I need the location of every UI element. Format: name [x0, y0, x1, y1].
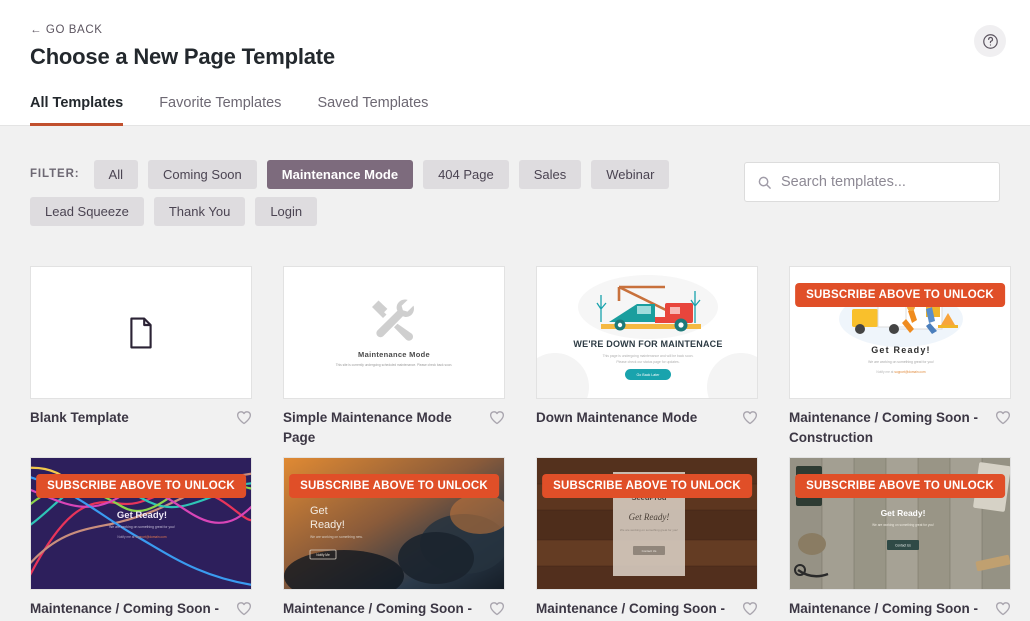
template-thumbnail-down-maintenance[interactable]: WE'RE DOWN FOR MAINTENACE This page is u… — [536, 266, 758, 399]
filter-chip-webinar[interactable]: Webinar — [591, 160, 670, 189]
subscribe-unlock-badge[interactable]: SUBSCRIBE ABOVE TO UNLOCK — [542, 474, 752, 499]
svg-text:We are working on something gr: We are working on something great for yo… — [872, 523, 934, 527]
svg-text:This page is undergoing mainte: This page is undergoing maintenance and … — [603, 354, 694, 358]
svg-text:We are working on something gr: We are working on something great for yo… — [868, 360, 934, 364]
svg-text:Get Ready!: Get Ready! — [881, 508, 926, 518]
filter-chip-coming-soon[interactable]: Coming Soon — [147, 160, 257, 189]
filter-chip-thank-you[interactable]: Thank You — [153, 197, 246, 226]
svg-text:Contact Us: Contact Us — [895, 544, 911, 548]
svg-text:We are working on something ne: We are working on something new. — [310, 535, 363, 539]
search-input[interactable] — [781, 174, 987, 190]
help-circle-icon — [982, 33, 998, 49]
template-card-footer: Maintenance / Coming Soon - Construction — [789, 399, 1011, 447]
template-grid: Blank Template Maintenance Mode This sit… — [30, 226, 1011, 621]
template-card: Maintenance Mode This site is currently … — [283, 266, 505, 447]
preview-headline: Maintenance Mode — [358, 349, 430, 359]
tab-saved-templates[interactable]: Saved Templates — [317, 95, 428, 125]
help-button[interactable] — [974, 25, 1006, 57]
template-title: Maintenance / Coming Soon - — [789, 601, 979, 617]
template-card: SeedProd Get Ready! We are working on so… — [536, 457, 758, 619]
favorite-heart-icon[interactable] — [742, 410, 758, 425]
template-thumbnail-clouds[interactable]: SeedProd Get Ready! We are working on so… — [283, 457, 505, 591]
go-back-link[interactable]: ← GO BACK — [30, 24, 103, 36]
template-thumbnail-dark-wood[interactable]: SeedProd Get Ready! We are working on so… — [536, 457, 758, 591]
filter-label: FILTER: — [30, 168, 80, 180]
template-card: SeedProd Get Ready! We are working on so… — [283, 457, 505, 619]
filter-chip-lead-squeeze[interactable]: Lead Squeeze — [30, 197, 144, 226]
tab-favorite-templates[interactable]: Favorite Templates — [159, 95, 281, 125]
content-area: FILTER: All Coming Soon Maintenance Mode… — [0, 126, 1030, 621]
template-card-footer: Simple Maintenance Mode Page — [283, 399, 505, 447]
tab-bar: All Templates Favorite Templates Saved T… — [0, 70, 1030, 126]
subscribe-unlock-badge[interactable]: SUBSCRIBE ABOVE TO UNLOCK — [289, 474, 499, 499]
template-title: Blank Template — [30, 410, 129, 425]
template-card-footer: Maintenance / Coming Soon - — [30, 590, 252, 619]
favorite-heart-icon[interactable] — [742, 601, 758, 616]
filter-chip-sales[interactable]: Sales — [518, 160, 582, 189]
template-card-footer: Maintenance / Coming Soon - — [536, 590, 758, 619]
page-header: ← GO BACK Choose a New Page Template — [0, 0, 1030, 70]
template-thumbnail-construction[interactable]: Get Ready! We are working on something g… — [789, 266, 1011, 399]
template-card: Get Ready! We are working on something g… — [789, 266, 1011, 447]
svg-text:Please check our status page f: Please check our status page for updates… — [616, 360, 679, 364]
template-thumbnail-purple-waves[interactable]: Get Ready! We are working on something g… — [30, 457, 252, 591]
svg-text:We are working on something gr: We are working on something great for yo… — [620, 528, 678, 532]
filter-chip-maintenance-mode[interactable]: Maintenance Mode — [266, 160, 414, 189]
svg-text:Ready!: Ready! — [310, 519, 345, 531]
template-title: Maintenance / Coming Soon - — [536, 601, 726, 617]
filter-bar: FILTER: All Coming Soon Maintenance Mode… — [30, 126, 1000, 226]
svg-text:Notify Me: Notify Me — [316, 553, 330, 557]
svg-text:Go Back Later: Go Back Later — [637, 373, 661, 377]
svg-text:Contact Us: Contact Us — [642, 549, 657, 553]
subscribe-unlock-badge[interactable]: SUBSCRIBE ABOVE TO UNLOCK — [795, 283, 1005, 307]
template-title: Maintenance / Coming Soon - — [283, 601, 473, 617]
template-chooser-page: ← GO BACK Choose a New Page Template All… — [0, 0, 1030, 621]
template-title: Simple Maintenance Mode Page — [283, 410, 452, 445]
template-card-footer: Maintenance / Coming Soon - — [283, 590, 505, 619]
filter-chip-login[interactable]: Login — [255, 197, 318, 226]
svg-text:Notify me at support@domain.co: Notify me at support@domain.com — [117, 535, 166, 539]
favorite-heart-icon[interactable] — [489, 410, 505, 425]
template-title: Down Maintenance Mode — [536, 410, 698, 425]
filter-chip-all[interactable]: All — [93, 160, 138, 189]
svg-text:Get Ready!: Get Ready! — [117, 510, 167, 521]
subscribe-unlock-badge[interactable]: SUBSCRIBE ABOVE TO UNLOCK — [795, 474, 1005, 499]
template-card-footer: Down Maintenance Mode — [536, 399, 758, 428]
tools-icon — [372, 299, 415, 341]
template-title: Maintenance / Coming Soon - — [30, 601, 220, 617]
template-card: Get Ready! We are working on something g… — [30, 457, 252, 619]
search-box[interactable] — [744, 162, 1000, 202]
template-thumbnail-light-wood[interactable]: SeedProd Get Ready! We are working on so… — [789, 457, 1011, 591]
template-card-footer: Maintenance / Coming Soon - — [789, 590, 1011, 619]
favorite-heart-icon[interactable] — [236, 410, 252, 425]
svg-text:WE'RE DOWN FOR MAINTENACE: WE'RE DOWN FOR MAINTENACE — [573, 339, 722, 349]
preview-subtext: This site is currently undergoing schedu… — [335, 362, 453, 367]
filter-chip-404-page[interactable]: 404 Page — [423, 160, 509, 189]
template-card: WE'RE DOWN FOR MAINTENACE This page is u… — [536, 266, 758, 447]
search-icon — [758, 176, 771, 189]
favorite-heart-icon[interactable] — [995, 601, 1011, 616]
subscribe-unlock-badge[interactable]: SUBSCRIBE ABOVE TO UNLOCK — [36, 474, 246, 499]
template-card: SeedProd Get Ready! We are working on so… — [789, 457, 1011, 619]
svg-text:We are working on something gr: We are working on something great for yo… — [109, 525, 175, 529]
tab-all-templates[interactable]: All Templates — [30, 95, 124, 126]
favorite-heart-icon[interactable] — [236, 601, 252, 616]
svg-text:Notify me at support@domain.co: Notify me at support@domain.com — [876, 370, 925, 374]
filter-chip-group: FILTER: All Coming Soon Maintenance Mode… — [30, 160, 730, 226]
svg-text:Get: Get — [310, 505, 328, 517]
template-thumbnail-simple-maintenance[interactable]: Maintenance Mode This site is currently … — [283, 266, 505, 399]
svg-text:Get Ready!: Get Ready! — [871, 345, 931, 355]
tow-truck-illustration: WE'RE DOWN FOR MAINTENACE This page is u… — [537, 267, 757, 398]
favorite-heart-icon[interactable] — [489, 601, 505, 616]
template-card-footer: Blank Template — [30, 399, 252, 428]
template-title: Maintenance / Coming Soon - Construction — [789, 410, 979, 445]
template-card: Blank Template — [30, 266, 252, 447]
favorite-heart-icon[interactable] — [995, 410, 1011, 425]
document-icon — [130, 317, 152, 348]
svg-text:Get Ready!: Get Ready! — [629, 512, 670, 522]
template-thumbnail-blank[interactable] — [30, 266, 252, 399]
page-title: Choose a New Page Template — [30, 44, 335, 69]
